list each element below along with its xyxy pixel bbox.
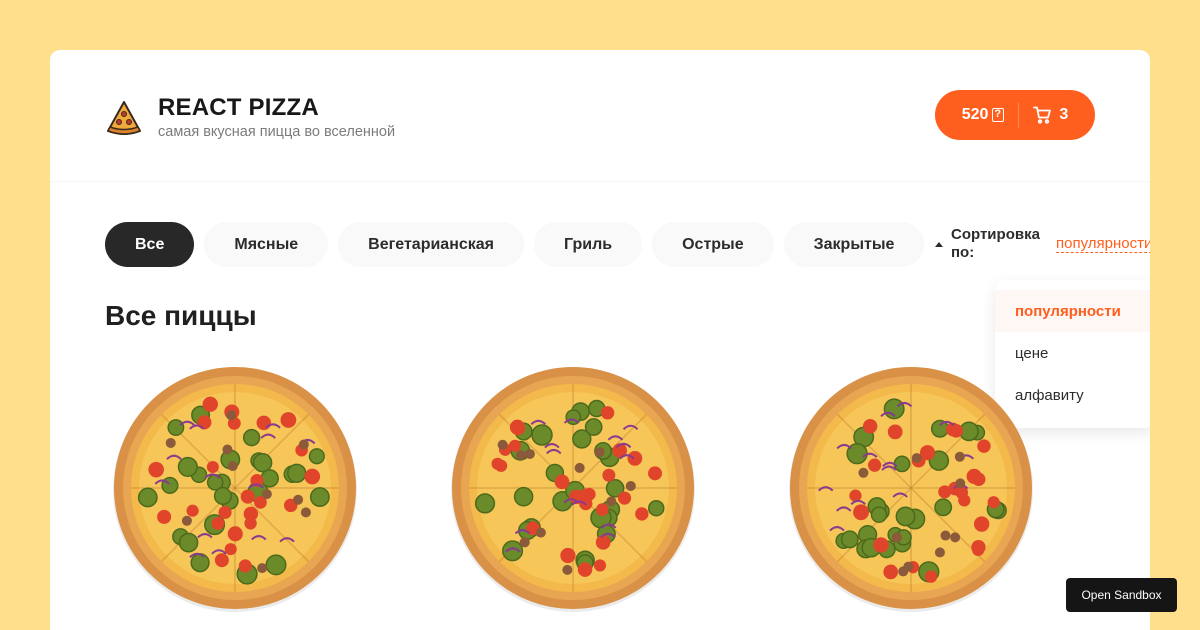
cart-count: 3 [1033,106,1068,124]
page-wrapper: REACT PIZZA самая вкусная пицца во вселе… [50,50,1150,630]
cart-price-value: 520 [961,106,989,123]
category-meat[interactable]: Мясные [204,222,329,267]
sort-label: Сортировка по: [951,226,1040,261]
currency-icon [992,107,1005,122]
sort: Сортировка по: популярности [935,226,1150,262]
pizza-image[interactable] [105,358,365,618]
cart-price: 520 [962,106,1005,124]
cart-button[interactable]: 520 3 [935,90,1095,140]
category-closed[interactable]: Закрытые [783,222,925,267]
cart-count-value: 3 [1059,106,1069,123]
logo-subtitle: самая вкусная пицца во вселенной [158,124,396,140]
category-grill[interactable]: Гриль [534,222,643,267]
pizza-list [105,358,1119,618]
pizza-logo-icon [106,100,142,135]
category-spicy[interactable]: Острые [652,222,774,267]
sort-option-popularity[interactable]: популярности [995,290,1150,332]
page-title: Все пиццы [105,300,257,331]
logo[interactable]: REACT PIZZA самая вкусная пицца во вселе… [105,94,395,141]
cart-icon [1033,106,1052,124]
sort-selected[interactable]: популярности [1056,235,1150,253]
pizza-image[interactable] [781,358,1041,618]
top-bar: Все Мясные Вегетарианская Гриль Острые З… [105,222,1150,267]
cart-divider [1018,102,1020,128]
pizza-illustration [789,367,1033,612]
open-sandbox-button[interactable]: Open Sandbox [1066,578,1177,612]
category-all[interactable]: Все [105,222,195,267]
sort-arrow-icon[interactable] [935,242,943,247]
pizza-image[interactable] [443,358,703,618]
category-vegetarian[interactable]: Вегетарианская [338,222,525,267]
pizza-illustration [113,367,357,612]
header: REACT PIZZA самая вкусная пицца во вселе… [50,50,1150,182]
logo-title: REACT PIZZA [158,94,319,121]
pizza-illustration [451,367,695,612]
